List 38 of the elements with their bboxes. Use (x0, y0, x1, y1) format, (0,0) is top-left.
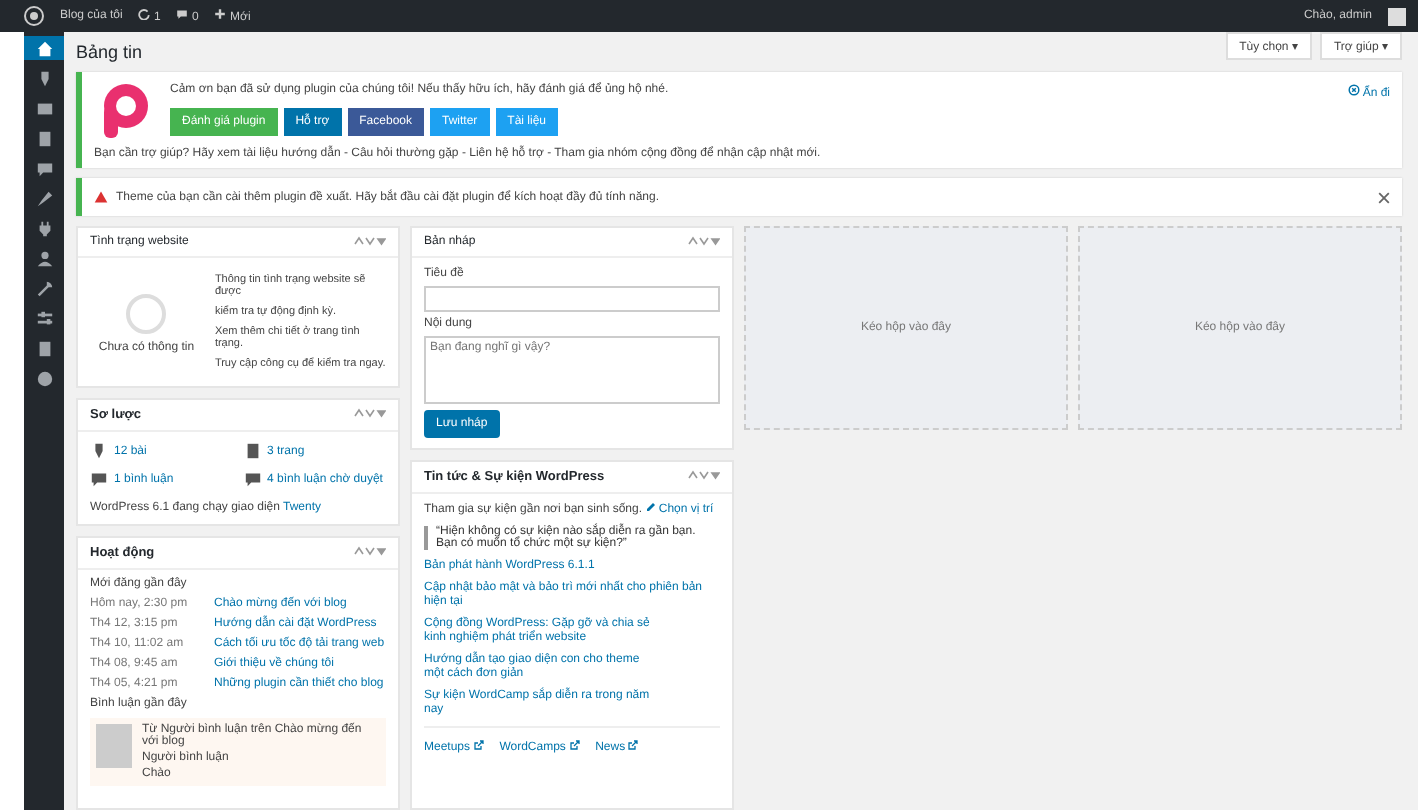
avatar-icon (96, 724, 132, 768)
image-icon (35, 99, 53, 117)
health-circle-icon (124, 291, 169, 335)
avatar-icon (1388, 7, 1406, 25)
person-icon (35, 249, 53, 267)
refresh-icon (138, 8, 151, 20)
close-icon[interactable] (1378, 191, 1390, 203)
bubble-icon (90, 470, 108, 488)
wrench-icon (35, 279, 53, 297)
page-icon (35, 339, 53, 357)
sliders-icon (35, 309, 53, 327)
page-title: Bảng tin (76, 42, 143, 62)
circle-icon (35, 369, 53, 387)
widget-controls-icon[interactable] (354, 408, 386, 418)
warning-icon (94, 190, 108, 204)
house-icon (35, 39, 53, 57)
pin-icon (90, 442, 108, 460)
page-icon (35, 129, 53, 147)
external-link-icon (569, 740, 580, 750)
pencil-icon (645, 502, 656, 512)
page-icon (243, 442, 261, 460)
title-input[interactable] (424, 286, 720, 312)
pin-icon (35, 69, 53, 87)
external-link-icon (628, 740, 639, 750)
speech-bubble-icon (176, 8, 189, 20)
close-circle-icon (1347, 84, 1360, 96)
brush-icon (35, 189, 53, 207)
widget-controls-icon[interactable] (354, 236, 386, 246)
external-link-icon (473, 740, 484, 750)
widget-controls-icon[interactable] (688, 236, 720, 246)
bubble-icon (243, 470, 261, 488)
plus-icon (214, 8, 227, 20)
bubble-icon (35, 159, 53, 177)
widget-controls-icon[interactable] (354, 546, 386, 556)
logo-icon[interactable] (24, 6, 44, 26)
plug-icon (35, 219, 53, 237)
widget-controls-icon[interactable] (688, 470, 720, 480)
sidebar-item[interactable] (24, 36, 64, 60)
